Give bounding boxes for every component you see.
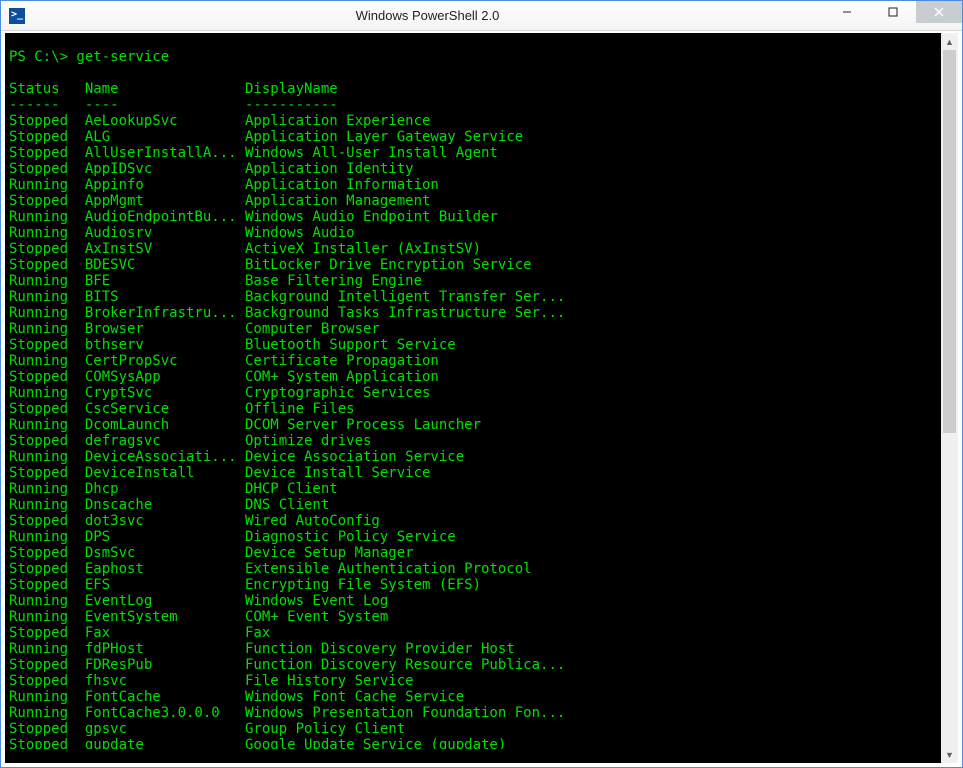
scroll-track[interactable] [941,50,958,746]
scroll-thumb[interactable] [943,50,956,433]
scroll-down-icon[interactable]: ▼ [941,746,958,763]
window-title: Windows PowerShell 2.0 [31,8,824,23]
scrollbar[interactable]: ▲ ▼ [941,33,958,763]
window-buttons [824,1,962,30]
powershell-icon [9,8,25,24]
scroll-up-icon[interactable]: ▲ [941,33,958,50]
minimize-button[interactable] [824,1,870,23]
powershell-window: Windows PowerShell 2.0 PS C:\> get-servi… [0,0,963,768]
titlebar[interactable]: Windows PowerShell 2.0 [1,1,962,31]
console-output[interactable]: PS C:\> get-service Status Name DisplayN… [5,47,941,749]
client-area: PS C:\> get-service Status Name DisplayN… [1,31,962,767]
maximize-button[interactable] [870,1,916,23]
close-button[interactable] [916,1,962,23]
